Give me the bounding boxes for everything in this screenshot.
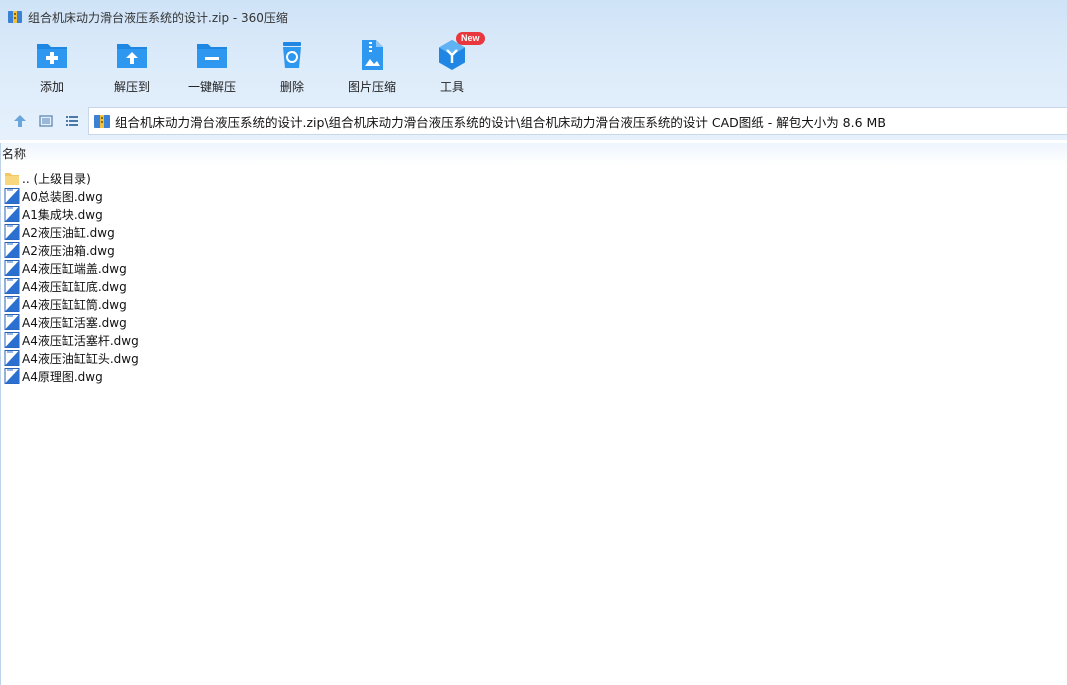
dwg-file-icon [4, 242, 20, 258]
list-item[interactable]: A2液压油缸.dwg [1, 223, 1067, 241]
list-view-button[interactable] [62, 111, 82, 131]
list-item[interactable]: A4原理图.dwg [1, 367, 1067, 385]
extract-to-label: 解压到 [113, 80, 150, 94]
arrow-up-icon [14, 115, 26, 127]
dwg-file-icon [4, 296, 20, 312]
list-item[interactable]: A4液压缸活塞.dwg [1, 313, 1067, 331]
list-item[interactable]: A2液压油箱.dwg [1, 241, 1067, 259]
dwg-file-icon [4, 260, 20, 276]
delete-button[interactable]: 删除 [252, 36, 332, 98]
up-level-button[interactable] [10, 111, 30, 131]
thumbnail-view-icon [39, 115, 53, 127]
file-list-pane: 名称 .. (上级目录) A0总装图.dwg A1集成块.dwg A2液压油缸.… [0, 143, 1067, 685]
dwg-file-icon [4, 332, 20, 348]
tools-button[interactable]: New 工具 [412, 32, 492, 98]
window-title: 组合机床动力滑台液压系统的设计.zip - 360压缩 [28, 10, 288, 25]
add-button[interactable]: 添加 [12, 36, 92, 98]
list-item-label: A4原理图.dwg [22, 369, 103, 384]
list-item-label: A4液压缸缸筒.dwg [22, 297, 127, 312]
list-item[interactable]: A4液压缸缸筒.dwg [1, 295, 1067, 313]
archive-path-icon [94, 115, 110, 128]
list-item[interactable]: A4液压缸缸底.dwg [1, 277, 1067, 295]
delete-label: 删除 [279, 80, 304, 94]
archive-app-icon [8, 11, 22, 23]
list-item-label: A4液压油缸缸头.dwg [22, 351, 139, 366]
list-item-label: A4液压缸活塞.dwg [22, 315, 127, 330]
thumbnail-view-button[interactable] [36, 111, 56, 131]
navigation-bar: 组合机床动力滑台液压系统的设计.zip\组合机床动力滑台液压系统的设计\组合机床… [0, 106, 1067, 136]
list-item-label: A4液压缸端盖.dwg [22, 261, 127, 276]
list-item-label: A2液压油缸.dwg [22, 225, 115, 240]
image-compress-label: 图片压缩 [347, 80, 396, 94]
one-click-extract-label: 一键解压 [187, 80, 236, 94]
file-list: .. (上级目录) A0总装图.dwg A1集成块.dwg A2液压油缸.dwg… [1, 165, 1067, 385]
list-item[interactable]: A4液压缸活塞杆.dwg [1, 331, 1067, 349]
path-text: 组合机床动力滑台液压系统的设计.zip\组合机床动力滑台液压系统的设计\组合机床… [115, 114, 886, 130]
dwg-file-icon [4, 368, 20, 384]
extract-to-icon [117, 44, 147, 68]
list-item-label: A4液压缸缸底.dwg [22, 279, 127, 294]
title-bar[interactable]: 组合机床动力滑台液压系统的设计.zip - 360压缩 [0, 0, 1067, 34]
dwg-file-icon [4, 188, 20, 204]
dwg-file-icon [4, 278, 20, 294]
dwg-file-icon [4, 206, 20, 222]
list-item-label: A2液压油箱.dwg [22, 243, 115, 258]
new-badge: New [456, 32, 485, 45]
toolbar: 添加 解压到 一键解压 删除 图片压缩 New 工具 [12, 32, 492, 98]
add-label: 添加 [39, 80, 64, 94]
dwg-file-icon [4, 350, 20, 366]
path-address-bar[interactable]: 组合机床动力滑台液压系统的设计.zip\组合机床动力滑台液压系统的设计\组合机床… [88, 107, 1067, 135]
one-click-extract-icon [197, 44, 227, 68]
image-compress-icon [362, 40, 383, 70]
list-item[interactable]: A4液压油缸缸头.dwg [1, 349, 1067, 367]
tools-label: 工具 [439, 80, 464, 94]
list-view-icon [66, 116, 78, 126]
add-folder-icon [37, 44, 67, 68]
list-item-label: A4液压缸活塞杆.dwg [22, 333, 139, 348]
list-item[interactable]: A1集成块.dwg [1, 205, 1067, 223]
list-item-parent-directory[interactable]: .. (上级目录) [1, 169, 1067, 187]
one-click-extract-button[interactable]: 一键解压 [172, 36, 252, 98]
column-header-name[interactable]: 名称 [1, 143, 1067, 165]
list-item[interactable]: A4液压缸端盖.dwg [1, 259, 1067, 277]
dwg-file-icon [4, 314, 20, 330]
list-item[interactable]: A0总装图.dwg [1, 187, 1067, 205]
image-compress-button[interactable]: 图片压缩 [332, 36, 412, 98]
extract-to-button[interactable]: 解压到 [92, 36, 172, 98]
recycle-bin-icon [283, 42, 301, 68]
folder-icon [5, 173, 19, 185]
list-item-label: A1集成块.dwg [22, 207, 103, 222]
list-item-label: A0总装图.dwg [22, 189, 103, 204]
list-item-label: .. (上级目录) [22, 171, 91, 186]
dwg-file-icon [4, 224, 20, 240]
